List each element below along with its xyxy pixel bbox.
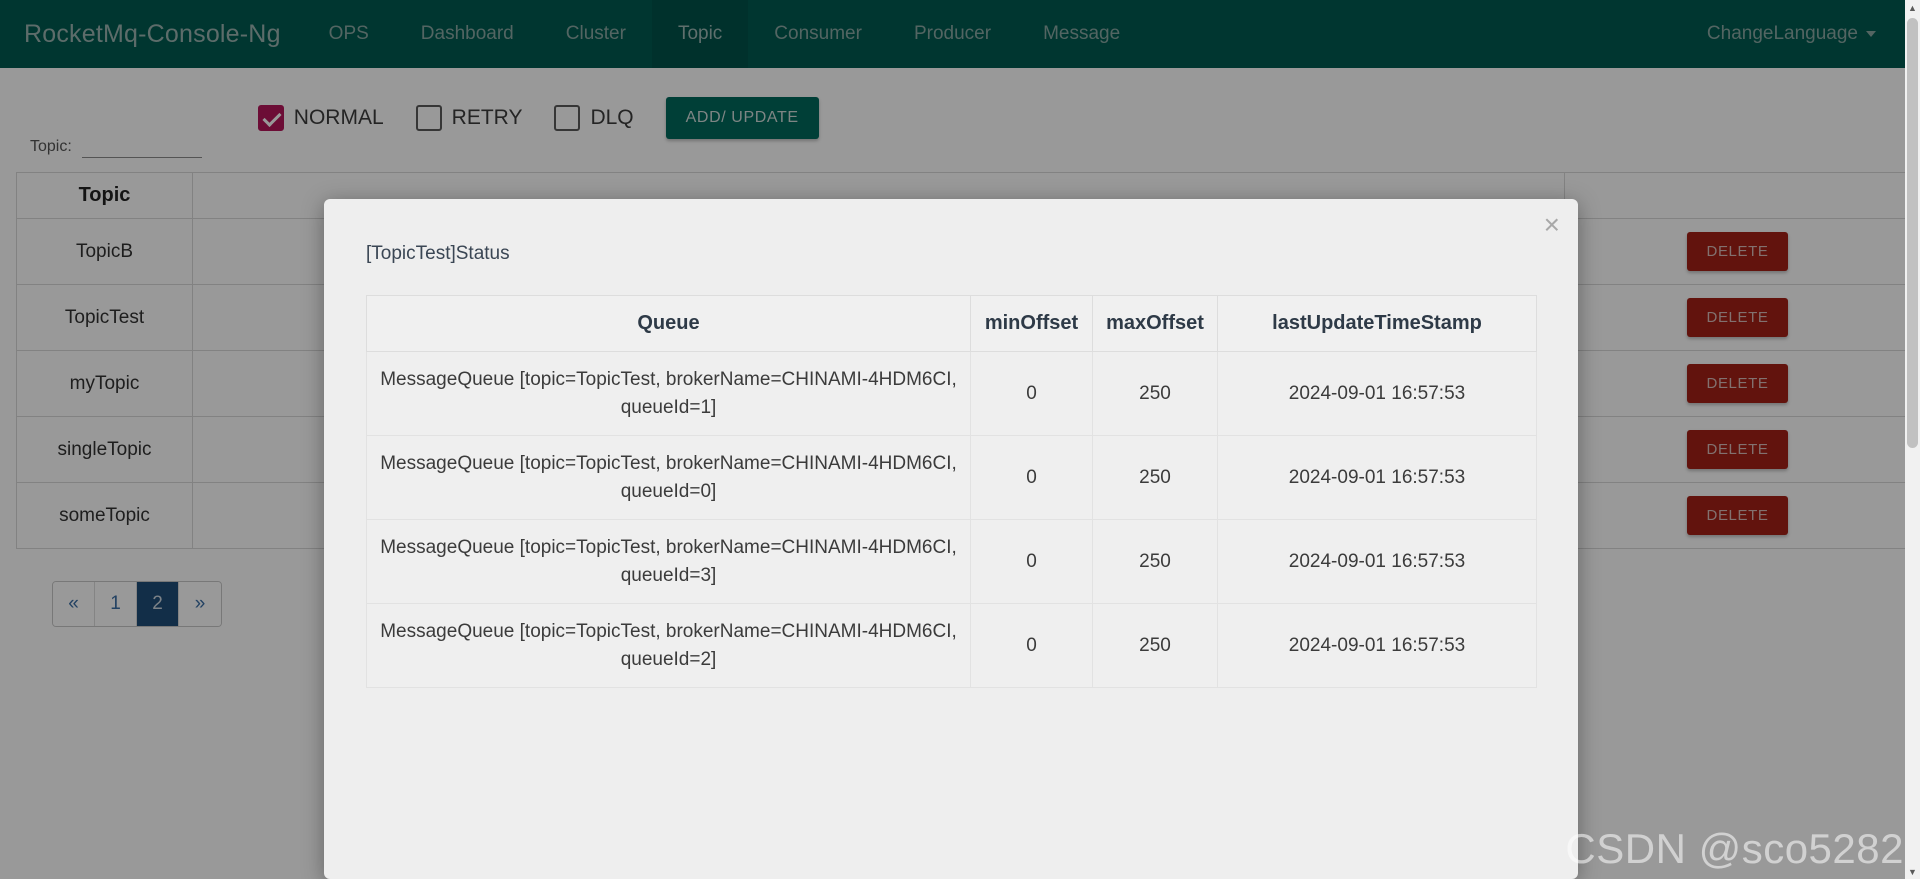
queue-header-maxoffset: maxOffset <box>1092 295 1218 352</box>
table-row: MessageQueue [topic=TopicTest, brokerNam… <box>366 603 1537 689</box>
table-row: MessageQueue [topic=TopicTest, brokerNam… <box>366 435 1537 521</box>
maxoffset-cell: 250 <box>1092 519 1218 605</box>
minoffset-cell: 0 <box>970 350 1093 437</box>
maxoffset-cell: 250 <box>1092 350 1218 437</box>
timestamp-cell: 2024-09-01 16:57:53 <box>1217 435 1537 521</box>
queue-status-table: Queue minOffset maxOffset lastUpdateTime… <box>366 295 1537 689</box>
page-root: RocketMq-Console-Ng OPS Dashboard Cluste… <box>0 0 1920 879</box>
minoffset-cell: 0 <box>970 519 1093 605</box>
queue-cell: MessageQueue [topic=TopicTest, brokerNam… <box>366 435 971 521</box>
table-row: MessageQueue [topic=TopicTest, brokerNam… <box>366 519 1537 605</box>
queue-header-lastupdatetimestamp: lastUpdateTimeStamp <box>1217 295 1537 352</box>
maxoffset-cell: 250 <box>1092 435 1218 521</box>
scrollbar-down-arrow-icon[interactable]: ▼ <box>1905 864 1920 879</box>
minoffset-cell: 0 <box>970 435 1093 521</box>
modal-title: [TopicTest]Status <box>366 243 510 264</box>
queue-table-header-row: Queue minOffset maxOffset lastUpdateTime… <box>366 295 1537 352</box>
queue-header-minoffset: minOffset <box>970 295 1093 352</box>
queue-header-queue: Queue <box>366 295 971 352</box>
close-icon[interactable]: × <box>1544 211 1560 239</box>
timestamp-cell: 2024-09-01 16:57:53 <box>1217 350 1537 437</box>
queue-cell: MessageQueue [topic=TopicTest, brokerNam… <box>366 603 971 689</box>
table-row: MessageQueue [topic=TopicTest, brokerNam… <box>366 350 1537 437</box>
scrollbar-thumb[interactable] <box>1907 18 1918 448</box>
watermark: CSDN @sco5282 <box>1565 825 1904 872</box>
minoffset-cell: 0 <box>970 603 1093 689</box>
queue-cell: MessageQueue [topic=TopicTest, brokerNam… <box>366 350 971 437</box>
page-scrollbar[interactable]: ▲ ▼ <box>1905 0 1920 879</box>
timestamp-cell: 2024-09-01 16:57:53 <box>1217 519 1537 605</box>
topic-status-modal: × [TopicTest]Status Queue minOffset maxO… <box>324 199 1578 879</box>
timestamp-cell: 2024-09-01 16:57:53 <box>1217 603 1537 689</box>
maxoffset-cell: 250 <box>1092 603 1218 689</box>
queue-cell: MessageQueue [topic=TopicTest, brokerNam… <box>366 519 971 605</box>
scrollbar-up-arrow-icon[interactable]: ▲ <box>1905 0 1920 15</box>
modal-body: Queue minOffset maxOffset lastUpdateTime… <box>324 265 1578 689</box>
